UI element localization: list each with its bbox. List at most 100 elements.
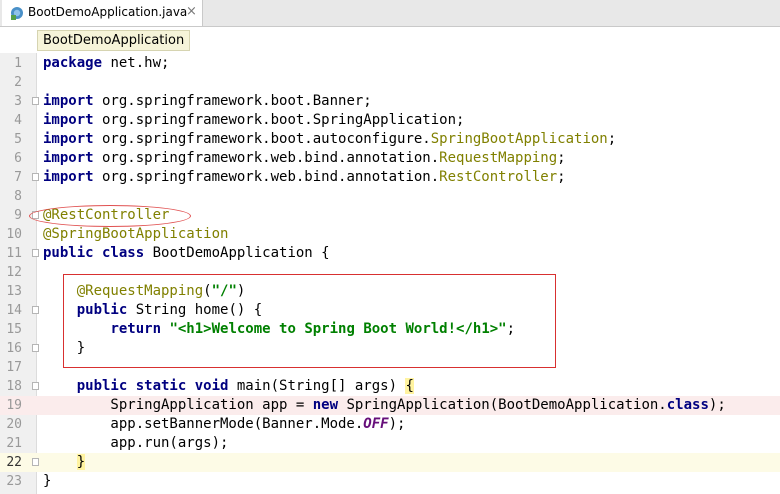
- line-number: 4: [14, 113, 22, 128]
- code-token: import: [43, 93, 94, 109]
- code-line[interactable]: 19 SpringApplication app = new SpringApp…: [0, 396, 780, 415]
- line-number: 13: [6, 284, 22, 299]
- code-token: org.springframework.boot.Banner;: [93, 93, 372, 109]
- line-number: 22: [6, 455, 22, 470]
- breadcrumb-class-name[interactable]: BootDemoApplication: [37, 30, 191, 51]
- code-text: @SpringBootApplication: [43, 225, 228, 244]
- code-token: ;: [557, 150, 566, 166]
- line-number: 6: [14, 151, 22, 166]
- code-line[interactable]: 4 import org.springframework.boot.SpringA…: [0, 111, 780, 130]
- line-number: 1: [14, 56, 22, 71]
- line-number: 17: [6, 360, 22, 375]
- fold-marker-icon[interactable]: [32, 249, 39, 257]
- code-token: package: [43, 55, 103, 71]
- code-token: SpringApplication app =: [43, 397, 313, 413]
- line-number: 3: [14, 94, 22, 109]
- java-class-icon: [11, 7, 23, 20]
- line-number: 19: [6, 398, 22, 413]
- tab-boot-demo-application[interactable]: BootDemoApplication.java ×: [2, 0, 203, 26]
- code-line[interactable]: 1 package net.hw;: [0, 54, 780, 73]
- code-text: app.setBannerMode(Banner.Mode.OFF);: [43, 415, 405, 434]
- code-token: );: [708, 397, 726, 413]
- editor-tab-bar: BootDemoApplication.java ×: [0, 0, 780, 27]
- code-token: app.run(args);: [43, 435, 229, 451]
- code-text: import org.springframework.boot.Banner;: [43, 92, 372, 111]
- code-line[interactable]: 11 public class BootDemoApplication {: [0, 244, 780, 263]
- line-number: 23: [6, 474, 22, 489]
- code-token: BootDemoApplication {: [144, 245, 330, 261]
- code-line[interactable]: 6 import org.springframework.web.bind.ann…: [0, 149, 780, 168]
- line-number: 11: [6, 246, 22, 261]
- code-token: {: [405, 378, 414, 394]
- close-icon[interactable]: ×: [186, 4, 197, 19]
- code-text: app.run(args);: [43, 434, 228, 453]
- code-token: public class: [43, 245, 145, 261]
- code-token: RestController: [439, 169, 558, 185]
- code-line[interactable]: 8: [0, 187, 780, 206]
- line-number: 9: [14, 208, 22, 223]
- code-line[interactable]: 7 import org.springframework.web.bind.ann…: [0, 168, 780, 187]
- code-line[interactable]: 10 @SpringBootApplication: [0, 225, 780, 244]
- line-number: 20: [6, 417, 22, 432]
- code-token: import: [43, 150, 94, 166]
- code-token: ;: [607, 131, 617, 147]
- code-line[interactable]: 2: [0, 73, 780, 92]
- fold-marker-icon[interactable]: [32, 458, 39, 466]
- code-token: org.springframework.web.bind.annotation.: [93, 150, 440, 166]
- code-token: }: [43, 473, 52, 489]
- code-text: }: [43, 453, 86, 472]
- fold-marker-icon[interactable]: [32, 97, 39, 105]
- code-text: public class BootDemoApplication {: [43, 244, 330, 263]
- code-token: RequestMapping: [439, 150, 558, 166]
- fold-marker-icon[interactable]: [32, 382, 39, 390]
- line-number: 14: [6, 303, 22, 318]
- code-token: net.hw;: [102, 55, 170, 71]
- code-token: main(String[] args): [228, 378, 406, 394]
- code-token: import: [43, 112, 94, 128]
- code-token: OFF: [363, 416, 389, 432]
- line-number: 12: [6, 265, 22, 280]
- code-token: org.springframework.boot.SpringApplicati…: [93, 112, 465, 128]
- code-token: );: [388, 416, 406, 432]
- code-token: @SpringBootApplication: [43, 226, 229, 242]
- line-number: 8: [14, 189, 22, 204]
- line-number: 15: [6, 322, 22, 337]
- code-text: import org.springframework.web.bind.anno…: [43, 149, 566, 168]
- code-line[interactable]: 23}: [0, 472, 780, 491]
- code-text: import org.springframework.boot.SpringAp…: [43, 111, 464, 130]
- code-text: import org.springframework.web.bind.anno…: [43, 168, 566, 187]
- code-token: app.setBannerMode(Banner.Mode.: [43, 416, 364, 432]
- annotation-highlight-oval: [29, 205, 191, 227]
- code-token: public static void: [76, 378, 229, 394]
- code-token: org.springframework.boot.autoconfigure.: [93, 131, 431, 147]
- code-text: public static void main(String[] args) {: [43, 377, 414, 396]
- method-highlight-box: [63, 274, 556, 368]
- code-token: ;: [557, 169, 566, 185]
- code-line[interactable]: 3 import org.springframework.boot.Banner;: [0, 92, 780, 111]
- fold-marker-icon[interactable]: [32, 173, 39, 181]
- code-token: SpringApplication(BootDemoApplication.: [338, 397, 667, 413]
- code-text: package net.hw;: [43, 54, 169, 73]
- fold-marker-icon[interactable]: [32, 306, 39, 314]
- code-token: class: [666, 397, 709, 413]
- code-line[interactable]: 5 import org.springframework.boot.autocon…: [0, 130, 780, 149]
- code-text: import org.springframework.boot.autoconf…: [43, 130, 616, 149]
- code-text: SpringApplication app = new SpringApplic…: [43, 396, 726, 415]
- code-token: }: [76, 454, 86, 470]
- line-number: 21: [6, 436, 22, 451]
- code-token: import: [43, 169, 94, 185]
- tab-label: BootDemoApplication.java: [28, 5, 188, 19]
- code-line[interactable]: 18 public static void main(String[] args…: [0, 377, 780, 396]
- code-line[interactable]: 21 app.run(args);: [0, 434, 780, 453]
- line-number: 18: [6, 379, 22, 394]
- line-number: 5: [14, 132, 22, 147]
- fold-marker-icon[interactable]: [32, 344, 39, 352]
- code-text: }: [43, 472, 51, 491]
- code-line[interactable]: 22 }: [0, 453, 780, 472]
- code-line[interactable]: 20 app.setBannerMode(Banner.Mode.OFF);: [0, 415, 780, 434]
- code-token: org.springframework.web.bind.annotation.: [93, 169, 440, 185]
- breadcrumb: BootDemoApplication: [0, 27, 780, 53]
- code-token: new: [312, 397, 339, 413]
